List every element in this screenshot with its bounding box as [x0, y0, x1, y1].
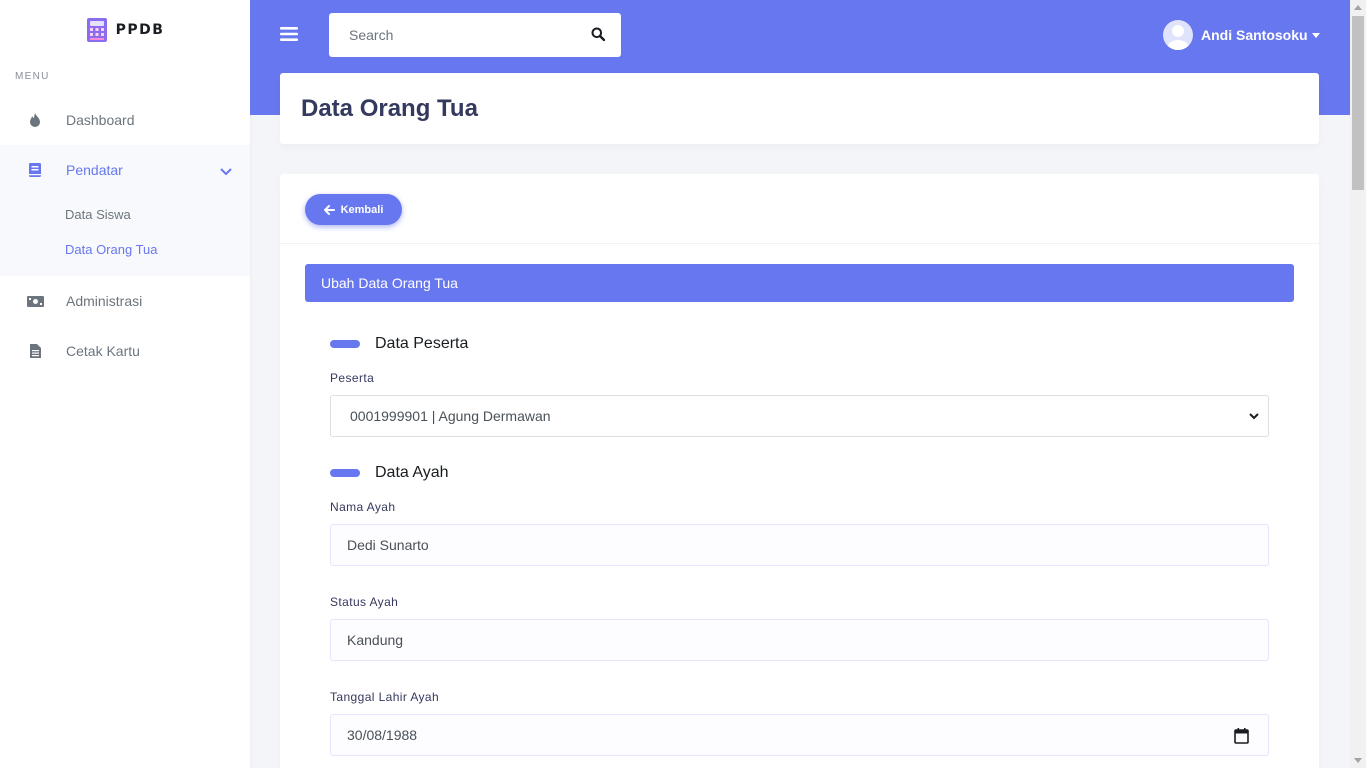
search-input[interactable]: [329, 27, 579, 43]
user-menu[interactable]: Andi Santosoku: [1163, 20, 1320, 50]
status-ayah-value: Kandung: [347, 632, 404, 648]
section-title-text: Data Peserta: [375, 335, 469, 352]
sidebar-subitem-data-orang-tua[interactable]: Data Orang Tua: [0, 232, 250, 267]
nama-ayah-value: Dedi Sunarto: [347, 537, 429, 553]
section-title-text: Data Ayah: [375, 464, 449, 481]
section-bullet: [330, 340, 360, 348]
tanggal-lahir-ayah-value: 30/08/1988: [347, 727, 418, 743]
sidebar-subitem-data-siswa[interactable]: Data Siswa: [0, 197, 250, 232]
peserta-select[interactable]: 0001999901 | Agung Dermawan: [330, 395, 1269, 437]
sidebar-item-label: Administrasi: [66, 293, 143, 309]
sidebar-item-dashboard[interactable]: Dashboard: [0, 95, 250, 145]
nama-ayah-input[interactable]: Dedi Sunarto: [330, 524, 1269, 566]
back-button[interactable]: Kembali: [305, 194, 402, 225]
peserta-selected-value: 0001999901 | Agung Dermawan: [350, 408, 551, 424]
form-card: Kembali Ubah Data Orang Tua Data Peserta…: [280, 174, 1319, 768]
brand-name: PPDB: [115, 22, 165, 38]
file-icon: [26, 344, 44, 358]
sidebar-item-pendatar[interactable]: Pendatar: [0, 145, 250, 195]
sidebar: PPDB MENU Dashboard Pendatar Data Siswa …: [0, 0, 250, 768]
peserta-label: Peserta: [330, 371, 375, 385]
book-icon: [26, 163, 44, 177]
menu-header: MENU: [15, 71, 50, 82]
sidebar-item-cetak-kartu[interactable]: Cetak Kartu: [0, 326, 250, 376]
fire-icon: [26, 113, 44, 127]
hamburger-menu-icon[interactable]: [280, 26, 298, 42]
section-title-peserta: Data Peserta: [330, 335, 468, 353]
form-title: Ubah Data Orang Tua: [305, 264, 1294, 302]
calendar-icon[interactable]: [1234, 728, 1249, 744]
tanggal-lahir-ayah-label: Tanggal Lahir Ayah: [330, 690, 440, 704]
section-title-ayah: Data Ayah: [330, 464, 449, 482]
status-ayah-input[interactable]: Kandung: [330, 619, 1269, 661]
brand[interactable]: PPDB: [0, 0, 250, 60]
scroll-up-arrow-icon[interactable]: [1354, 5, 1362, 10]
card-header: Kembali: [280, 174, 1319, 244]
money-icon: [26, 295, 44, 307]
search-box: [329, 13, 621, 57]
tanggal-lahir-ayah-input[interactable]: 30/08/1988: [330, 714, 1269, 756]
status-ayah-label: Status Ayah: [330, 595, 399, 609]
chevron-down-icon: [1249, 413, 1259, 420]
sidebar-item-label: Cetak Kartu: [66, 343, 140, 359]
sidebar-item-label: Pendatar: [66, 162, 123, 178]
sidebar-item-label: Dashboard: [66, 112, 135, 128]
caret-down-icon: [1311, 33, 1320, 38]
scroll-down-arrow-icon[interactable]: [1354, 758, 1362, 763]
nama-ayah-label: Nama Ayah: [330, 500, 396, 514]
back-button-label: Kembali: [340, 203, 384, 216]
avatar: [1163, 20, 1193, 50]
sidebar-item-administrasi[interactable]: Administrasi: [0, 276, 250, 326]
section-bullet: [330, 469, 360, 477]
submenu-pendatar: Data Siswa Data Orang Tua: [0, 195, 250, 276]
calculator-logo-icon: [86, 18, 107, 42]
arrow-left-icon: [323, 204, 335, 215]
chevron-down-icon: [220, 163, 232, 179]
section-header: Data Orang Tua: [280, 73, 1319, 144]
page-scrollbar[interactable]: [1350, 0, 1366, 768]
search-icon[interactable]: [591, 27, 605, 41]
page-title: Data Orang Tua: [301, 94, 478, 122]
user-name: Andi Santosoku: [1201, 27, 1308, 43]
scrollbar-thumb[interactable]: [1352, 16, 1364, 190]
